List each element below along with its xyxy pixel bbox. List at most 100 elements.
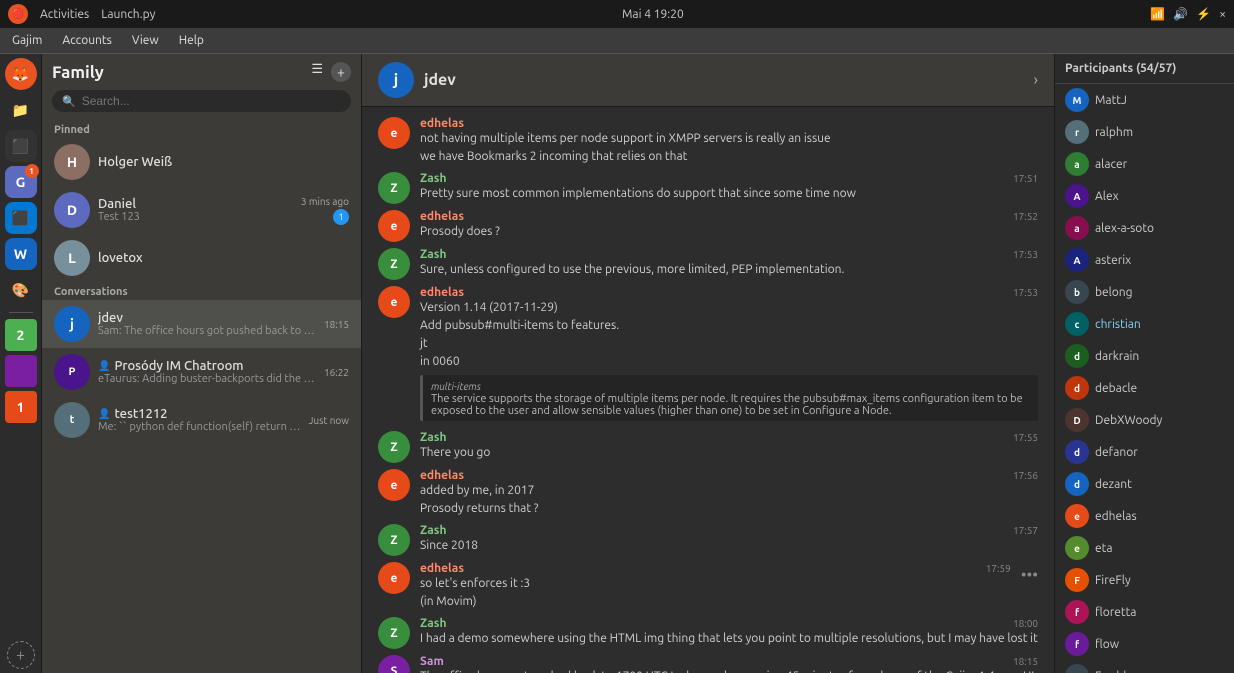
dock-item-purple[interactable] — [5, 355, 37, 387]
participant-name-firefly: FireFly — [1095, 574, 1131, 587]
msg-header-edhelas5: edhelas 17:59 — [420, 562, 1011, 575]
avatar-daniel: D — [54, 192, 90, 228]
msg-sender-edhelas5: edhelas — [420, 562, 464, 575]
participant-debacle[interactable]: d debacle — [1055, 372, 1234, 404]
conv-item-daniel[interactable]: D Daniel Test 123 3 mins ago 1 — [42, 186, 361, 234]
msg-sender-edhelas2: edhelas — [420, 210, 464, 223]
sidebar-header: Family ☰ + — [42, 54, 361, 90]
participant-darkrain[interactable]: d darkrain — [1055, 340, 1234, 372]
msg-content-edhelas4: edhelas 17:56 added by me, in 2017 Proso… — [420, 469, 1038, 518]
dock-item-w[interactable]: W — [5, 238, 37, 270]
dock-item-gajim[interactable]: G 1 — [5, 166, 37, 198]
msg-group-edhelas1: e edhelas not having multiple items per … — [378, 117, 1038, 166]
conv-info-test1212: 👤 test1212 Me: `` python def function(se… — [98, 407, 301, 433]
avatar-jdev: j — [54, 306, 90, 342]
msg-group-zash5: Z Zash 18:00 I had a demo somewhere usin… — [378, 617, 1038, 649]
dock-item-vscode[interactable]: ⬛ — [5, 202, 37, 234]
participant-belong[interactable]: b belong — [1055, 276, 1234, 308]
conversations-section-label: Conversations — [42, 282, 361, 300]
msg-sender-zash2: Zash — [420, 248, 447, 261]
chat-header-left: j jdev — [378, 62, 456, 98]
dock-item-terminal[interactable]: ⬛ — [5, 130, 37, 162]
msg-header-zash4: Zash 17:57 — [420, 524, 1038, 537]
conv-item-lovetox[interactable]: L lovetox — [42, 234, 361, 282]
participant-defanor[interactable]: d defanor — [1055, 436, 1234, 468]
participant-eta[interactable]: e eta — [1055, 532, 1234, 564]
msg-group-edhelas5: e edhelas 17:59 so let's enforces it :3 … — [378, 562, 1038, 611]
dock-item-2[interactable]: 2 — [5, 319, 37, 351]
activities-label[interactable]: Activities — [40, 8, 89, 21]
close-button[interactable]: × — [1219, 8, 1226, 21]
msg-sender-zash4: Zash — [420, 524, 447, 537]
msg-group-zash1: Z Zash 17:51 Pretty sure most common imp… — [378, 172, 1038, 204]
msg-group-edhelas2: e edhelas 17:52 Prosody does ? — [378, 210, 1038, 242]
dock-add-button[interactable]: + — [7, 641, 35, 669]
msg-sender-zash3: Zash — [420, 431, 447, 444]
conv-item-prosody[interactable]: P 👤 Prosódy IM Chatroom eTaurus: Adding … — [42, 348, 361, 396]
participant-debxwoody[interactable]: D DebXWoody — [1055, 404, 1234, 436]
conv-preview-test1212: Me: `` python def function(self) return … — [98, 421, 301, 433]
conv-item-test1212[interactable]: t 👤 test1212 Me: `` python def function(… — [42, 396, 361, 444]
participant-flow[interactable]: f flow — [1055, 628, 1234, 660]
menu-accounts[interactable]: Accounts — [58, 32, 116, 49]
dock-item-paint[interactable]: 🎨 — [5, 274, 37, 306]
participant-dezant[interactable]: d dezant — [1055, 468, 1234, 500]
conv-item-holger[interactable]: H Holger Weiß — [42, 138, 361, 186]
participant-avatar-debacle: d — [1065, 376, 1089, 400]
chat-area: j jdev › e edhelas not having multiple i… — [362, 54, 1054, 673]
msg-sender-zash1: Zash — [420, 172, 447, 185]
msg-more-icon[interactable]: ••• — [1021, 566, 1038, 584]
msg-avatar-zash2: Z — [378, 248, 410, 280]
menu-help[interactable]: Help — [175, 32, 208, 49]
participant-floretta[interactable]: f floretta — [1055, 596, 1234, 628]
msg-time-zash1: 17:51 — [1013, 173, 1038, 184]
participant-name-eta: eta — [1095, 542, 1112, 555]
ubuntu-logo[interactable]: 🔴 — [8, 4, 28, 24]
participant-name-asterix: asterix — [1095, 254, 1131, 267]
msg-text-edhelas2: Prosody does ? — [420, 223, 1038, 241]
msg-avatar-edhelas1: e — [378, 117, 410, 149]
msg-time-edhelas3: 17:53 — [1013, 287, 1038, 298]
participant-edhelas[interactable]: e edhelas — [1055, 500, 1234, 532]
msg-header-zash1: Zash 17:51 — [420, 172, 1038, 185]
msg-group-sam: S Sam 18:15 The office hours got pushed … — [378, 655, 1038, 673]
launch-py-label[interactable]: Launch.py — [101, 8, 155, 21]
chat-header-expand-icon[interactable]: › — [1034, 71, 1039, 89]
dock-item-1[interactable]: 1 — [5, 391, 37, 423]
menu-view[interactable]: View — [128, 32, 163, 49]
msg-text-zash3: There you go — [420, 444, 1038, 462]
participant-avatar-ralphm: r — [1065, 120, 1089, 144]
conv-info-daniel: Daniel Test 123 — [98, 197, 293, 223]
participant-alex[interactable]: A Alex — [1055, 180, 1234, 212]
participant-name-defanor: defanor — [1095, 446, 1138, 459]
msg-header-zash2: Zash 17:53 — [420, 248, 1038, 261]
conv-meta-daniel: 3 mins ago 1 — [301, 196, 349, 225]
dock-item-firefox[interactable]: 🦊 — [5, 58, 37, 90]
participant-asterix[interactable]: A asterix — [1055, 244, 1234, 276]
participant-avatar-freddy: F — [1065, 664, 1089, 673]
participant-christian[interactable]: c christian — [1055, 308, 1234, 340]
group-icon-test1212: 👤 — [98, 408, 110, 420]
msg-text-edhelas5a: so let's enforces it :3 — [420, 575, 1011, 593]
sidebar-search[interactable]: 🔍 — [52, 90, 351, 112]
sidebar-add-button[interactable]: + — [331, 62, 351, 82]
conv-item-jdev[interactable]: j jdev Sam: The office hours got pushed … — [42, 300, 361, 348]
participant-name-debxwoody: DebXWoody — [1095, 414, 1162, 427]
dock-item-files[interactable]: 📁 — [5, 94, 37, 126]
search-input[interactable] — [82, 94, 341, 108]
participant-alex-a-soto[interactable]: a alex-a-soto — [1055, 212, 1234, 244]
msg-sender-zash5: Zash — [420, 617, 447, 630]
participant-ralphm[interactable]: r ralphm — [1055, 116, 1234, 148]
participant-name-ralphm: ralphm — [1095, 126, 1133, 139]
participant-freddy[interactable]: F Freddy — [1055, 660, 1234, 673]
participant-mattj[interactable]: M MattJ — [1055, 84, 1234, 116]
menu-gajim[interactable]: Gajim — [8, 32, 46, 49]
conv-meta-jdev: 18:15 — [324, 319, 349, 330]
participant-firefly[interactable]: F FireFly — [1055, 564, 1234, 596]
participant-name-christian: christian — [1095, 318, 1141, 331]
msg-content-zash1: Zash 17:51 Pretty sure most common imple… — [420, 172, 1038, 204]
dock-separator — [9, 312, 33, 313]
msg-time-zash4: 17:57 — [1013, 525, 1038, 536]
sidebar-menu-button[interactable]: ☰ — [311, 62, 323, 82]
participant-alacer[interactable]: a alacer — [1055, 148, 1234, 180]
